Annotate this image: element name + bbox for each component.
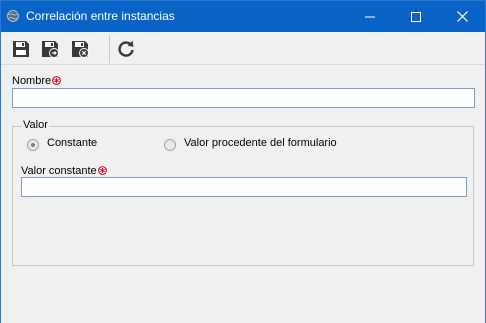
form-value-radio[interactable] bbox=[164, 139, 176, 151]
constant-radio[interactable] bbox=[27, 139, 39, 151]
save-and-close-button[interactable] bbox=[68, 37, 92, 61]
form-area: Nombre Valor Constante Valor procedente … bbox=[1, 64, 485, 323]
save-button[interactable] bbox=[9, 37, 33, 61]
required-icon bbox=[97, 166, 107, 175]
toolbar bbox=[1, 32, 485, 64]
title-bar[interactable]: Correlación entre instancias bbox=[1, 1, 485, 32]
save-icon bbox=[13, 41, 29, 57]
minimize-icon bbox=[365, 16, 375, 17]
refresh-icon bbox=[118, 40, 134, 57]
constant-radio-label[interactable]: Constante bbox=[47, 137, 97, 149]
window-title: Correlación entre instancias bbox=[26, 9, 175, 23]
save-and-close-icon bbox=[72, 41, 89, 58]
constant-value-input[interactable] bbox=[21, 177, 467, 197]
maximize-icon bbox=[411, 11, 421, 22]
name-input[interactable] bbox=[12, 88, 475, 108]
dialog-window: Correlación entre instancias Nombre Valo… bbox=[0, 0, 486, 323]
close-icon bbox=[456, 11, 468, 22]
minimize-button[interactable] bbox=[347, 1, 393, 32]
save-and-new-icon bbox=[42, 41, 59, 58]
name-label: Nombre bbox=[12, 75, 62, 87]
valor-legend: Valor bbox=[22, 119, 49, 131]
save-and-new-button[interactable] bbox=[38, 37, 62, 61]
refresh-button[interactable] bbox=[114, 37, 138, 61]
maximize-button[interactable] bbox=[393, 1, 439, 32]
toolbar-separator bbox=[109, 35, 110, 63]
required-icon bbox=[52, 76, 62, 85]
globe-icon bbox=[7, 10, 19, 22]
constant-value-label: Valor constante bbox=[21, 165, 107, 177]
form-value-radio-label[interactable]: Valor procedente del formulario bbox=[184, 137, 337, 149]
close-button[interactable] bbox=[439, 1, 485, 32]
